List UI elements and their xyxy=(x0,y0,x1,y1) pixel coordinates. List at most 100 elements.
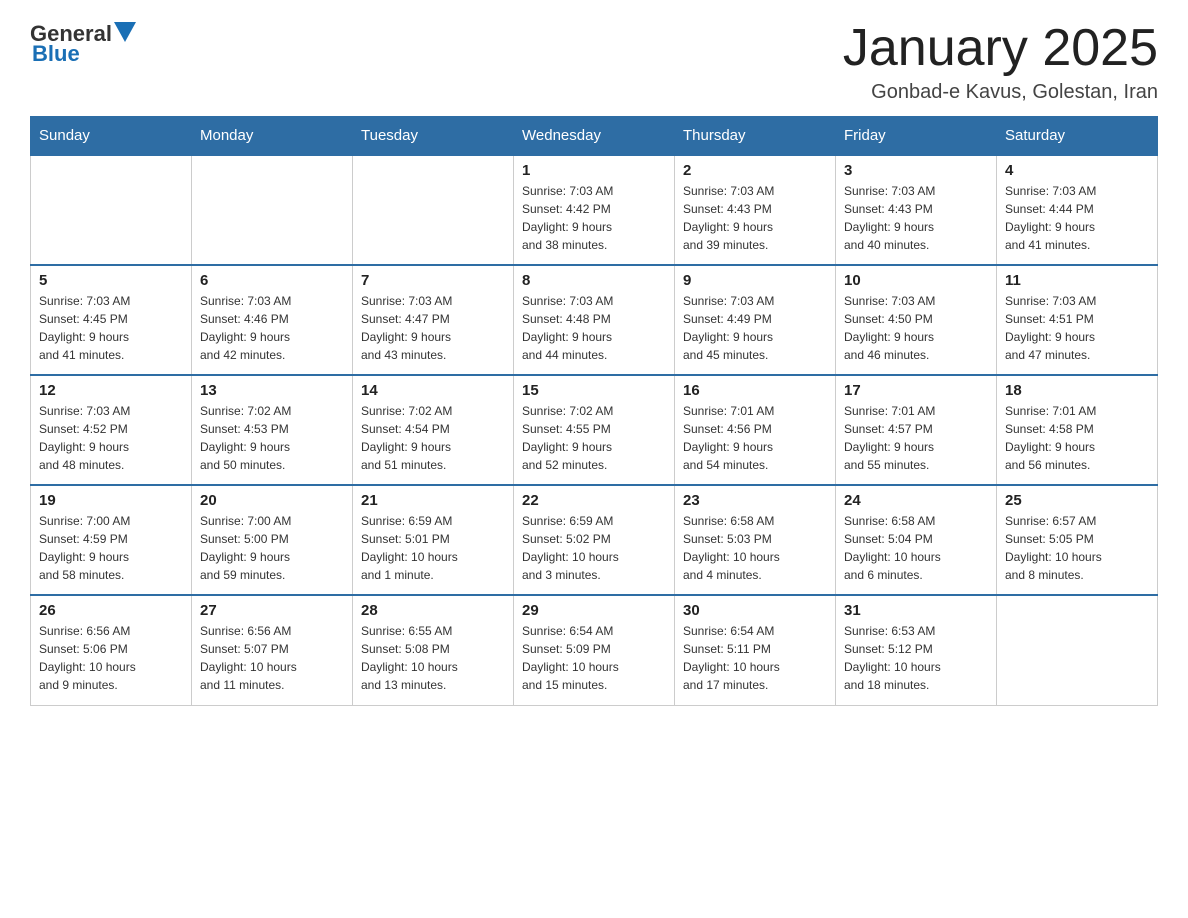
day-info: Sunrise: 7:03 AM Sunset: 4:52 PM Dayligh… xyxy=(39,402,183,474)
day-number: 13 xyxy=(200,382,344,399)
calendar-cell: 15 Sunrise: 7:02 AM Sunset: 4:55 PM Dayli… xyxy=(514,375,675,485)
day-number: 20 xyxy=(200,492,344,509)
day-number: 17 xyxy=(844,382,988,399)
week-row-4: 19 Sunrise: 7:00 AM Sunset: 4:59 PM Dayli… xyxy=(31,485,1158,595)
day-number: 5 xyxy=(39,272,183,289)
day-info: Sunrise: 7:03 AM Sunset: 4:46 PM Dayligh… xyxy=(200,292,344,364)
day-number: 28 xyxy=(361,602,505,619)
day-number: 23 xyxy=(683,492,827,509)
location: Gonbad-e Kavus, Golestan, Iran xyxy=(843,81,1158,104)
day-info: Sunrise: 6:54 AM Sunset: 5:09 PM Dayligh… xyxy=(522,622,666,694)
day-info: Sunrise: 6:58 AM Sunset: 5:04 PM Dayligh… xyxy=(844,512,988,584)
calendar-cell: 5Sunrise: 7:03 AM Sunset: 4:45 PM Daylig… xyxy=(31,265,192,375)
calendar-cell: 23 Sunrise: 6:58 AM Sunset: 5:03 PM Dayli… xyxy=(675,485,836,595)
day-number: 24 xyxy=(844,492,988,509)
title-area: January 2025 Gonbad-e Kavus, Golestan, I… xyxy=(843,20,1158,104)
logo-triangle-icon xyxy=(114,22,136,42)
month-title: January 2025 xyxy=(843,20,1158,77)
calendar-cell: 31 Sunrise: 6:53 AM Sunset: 5:12 PM Dayli… xyxy=(836,595,997,705)
day-header-saturday: Saturday xyxy=(997,117,1158,156)
day-number: 18 xyxy=(1005,382,1149,399)
calendar-cell: 29 Sunrise: 6:54 AM Sunset: 5:09 PM Dayli… xyxy=(514,595,675,705)
day-number: 2 xyxy=(683,162,827,179)
day-info: Sunrise: 6:53 AM Sunset: 5:12 PM Dayligh… xyxy=(844,622,988,694)
day-info: Sunrise: 7:03 AM Sunset: 4:43 PM Dayligh… xyxy=(683,182,827,254)
page-header: General Blue January 2025 Gonbad-e Kavus… xyxy=(30,20,1158,104)
day-info: Sunrise: 7:00 AM Sunset: 4:59 PM Dayligh… xyxy=(39,512,183,584)
day-number: 30 xyxy=(683,602,827,619)
day-info: Sunrise: 7:01 AM Sunset: 4:58 PM Dayligh… xyxy=(1005,402,1149,474)
day-number: 15 xyxy=(522,382,666,399)
calendar-cell xyxy=(192,155,353,265)
day-header-thursday: Thursday xyxy=(675,117,836,156)
week-row-1: 1Sunrise: 7:03 AM Sunset: 4:42 PM Daylig… xyxy=(31,155,1158,265)
calendar-cell: 17 Sunrise: 7:01 AM Sunset: 4:57 PM Dayli… xyxy=(836,375,997,485)
calendar-cell: 22Sunrise: 6:59 AM Sunset: 5:02 PM Dayli… xyxy=(514,485,675,595)
day-header-friday: Friday xyxy=(836,117,997,156)
calendar-cell xyxy=(353,155,514,265)
calendar-cell: 3 Sunrise: 7:03 AM Sunset: 4:43 PM Daylig… xyxy=(836,155,997,265)
calendar-header-row: SundayMondayTuesdayWednesdayThursdayFrid… xyxy=(31,117,1158,156)
day-number: 31 xyxy=(844,602,988,619)
calendar-cell: 14Sunrise: 7:02 AM Sunset: 4:54 PM Dayli… xyxy=(353,375,514,485)
calendar-cell xyxy=(997,595,1158,705)
day-info: Sunrise: 7:03 AM Sunset: 4:50 PM Dayligh… xyxy=(844,292,988,364)
day-info: Sunrise: 7:01 AM Sunset: 4:57 PM Dayligh… xyxy=(844,402,988,474)
calendar-cell: 26 Sunrise: 6:56 AM Sunset: 5:06 PM Dayli… xyxy=(31,595,192,705)
day-number: 27 xyxy=(200,602,344,619)
calendar-cell: 20 Sunrise: 7:00 AM Sunset: 5:00 PM Dayli… xyxy=(192,485,353,595)
calendar-cell: 7Sunrise: 7:03 AM Sunset: 4:47 PM Daylig… xyxy=(353,265,514,375)
week-row-5: 26 Sunrise: 6:56 AM Sunset: 5:06 PM Dayli… xyxy=(31,595,1158,705)
day-info: Sunrise: 7:03 AM Sunset: 4:44 PM Dayligh… xyxy=(1005,182,1149,254)
calendar-cell: 8Sunrise: 7:03 AM Sunset: 4:48 PM Daylig… xyxy=(514,265,675,375)
calendar-cell: 25 Sunrise: 6:57 AM Sunset: 5:05 PM Dayli… xyxy=(997,485,1158,595)
calendar-cell: 12 Sunrise: 7:03 AM Sunset: 4:52 PM Dayli… xyxy=(31,375,192,485)
calendar: SundayMondayTuesdayWednesdayThursdayFrid… xyxy=(30,116,1158,706)
logo-blue: Blue xyxy=(32,41,80,67)
day-info: Sunrise: 6:56 AM Sunset: 5:07 PM Dayligh… xyxy=(200,622,344,694)
day-number: 14 xyxy=(361,382,505,399)
day-number: 7 xyxy=(361,272,505,289)
day-number: 11 xyxy=(1005,272,1149,289)
day-info: Sunrise: 6:55 AM Sunset: 5:08 PM Dayligh… xyxy=(361,622,505,694)
day-number: 19 xyxy=(39,492,183,509)
calendar-cell: 11 Sunrise: 7:03 AM Sunset: 4:51 PM Dayli… xyxy=(997,265,1158,375)
day-info: Sunrise: 7:01 AM Sunset: 4:56 PM Dayligh… xyxy=(683,402,827,474)
calendar-cell: 28 Sunrise: 6:55 AM Sunset: 5:08 PM Dayli… xyxy=(353,595,514,705)
day-number: 9 xyxy=(683,272,827,289)
calendar-cell xyxy=(31,155,192,265)
day-info: Sunrise: 7:02 AM Sunset: 4:55 PM Dayligh… xyxy=(522,402,666,474)
day-number: 10 xyxy=(844,272,988,289)
day-info: Sunrise: 6:59 AM Sunset: 5:02 PM Dayligh… xyxy=(522,512,666,584)
day-number: 3 xyxy=(844,162,988,179)
calendar-cell: 6 Sunrise: 7:03 AM Sunset: 4:46 PM Daylig… xyxy=(192,265,353,375)
calendar-cell: 18 Sunrise: 7:01 AM Sunset: 4:58 PM Dayli… xyxy=(997,375,1158,485)
day-info: Sunrise: 6:54 AM Sunset: 5:11 PM Dayligh… xyxy=(683,622,827,694)
day-info: Sunrise: 6:57 AM Sunset: 5:05 PM Dayligh… xyxy=(1005,512,1149,584)
day-number: 16 xyxy=(683,382,827,399)
calendar-cell: 24 Sunrise: 6:58 AM Sunset: 5:04 PM Dayli… xyxy=(836,485,997,595)
day-number: 25 xyxy=(1005,492,1149,509)
day-number: 12 xyxy=(39,382,183,399)
calendar-cell: 30 Sunrise: 6:54 AM Sunset: 5:11 PM Dayli… xyxy=(675,595,836,705)
calendar-cell: 4Sunrise: 7:03 AM Sunset: 4:44 PM Daylig… xyxy=(997,155,1158,265)
calendar-cell: 2 Sunrise: 7:03 AM Sunset: 4:43 PM Daylig… xyxy=(675,155,836,265)
logo: General Blue xyxy=(30,20,136,67)
day-header-monday: Monday xyxy=(192,117,353,156)
week-row-2: 5Sunrise: 7:03 AM Sunset: 4:45 PM Daylig… xyxy=(31,265,1158,375)
day-number: 26 xyxy=(39,602,183,619)
calendar-cell: 10 Sunrise: 7:03 AM Sunset: 4:50 PM Dayli… xyxy=(836,265,997,375)
day-info: Sunrise: 6:56 AM Sunset: 5:06 PM Dayligh… xyxy=(39,622,183,694)
day-number: 29 xyxy=(522,602,666,619)
day-number: 21 xyxy=(361,492,505,509)
calendar-cell: 21Sunrise: 6:59 AM Sunset: 5:01 PM Dayli… xyxy=(353,485,514,595)
day-number: 6 xyxy=(200,272,344,289)
day-info: Sunrise: 6:58 AM Sunset: 5:03 PM Dayligh… xyxy=(683,512,827,584)
week-row-3: 12 Sunrise: 7:03 AM Sunset: 4:52 PM Dayli… xyxy=(31,375,1158,485)
day-info: Sunrise: 7:00 AM Sunset: 5:00 PM Dayligh… xyxy=(200,512,344,584)
day-header-sunday: Sunday xyxy=(31,117,192,156)
day-info: Sunrise: 7:03 AM Sunset: 4:43 PM Dayligh… xyxy=(844,182,988,254)
day-info: Sunrise: 7:03 AM Sunset: 4:51 PM Dayligh… xyxy=(1005,292,1149,364)
day-number: 8 xyxy=(522,272,666,289)
day-header-wednesday: Wednesday xyxy=(514,117,675,156)
